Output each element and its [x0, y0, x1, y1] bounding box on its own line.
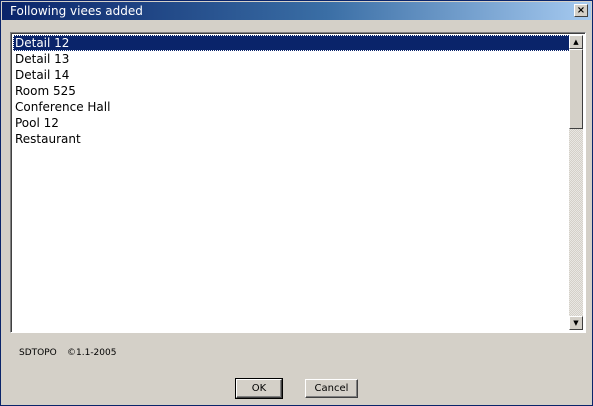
- ok-button[interactable]: OK: [235, 378, 283, 399]
- scroll-thumb[interactable]: [569, 49, 583, 129]
- version-label: ©1.1-2005: [67, 348, 117, 358]
- list-item[interactable]: Restaurant: [13, 131, 570, 147]
- views-listbox[interactable]: Detail 12 Detail 13 Detail 14 Room 525 C…: [10, 32, 586, 333]
- list-item[interactable]: Detail 14: [13, 67, 570, 83]
- arrow-up-icon: ▲: [573, 37, 579, 46]
- close-icon: ×: [576, 4, 586, 16]
- list-item[interactable]: Room 525: [13, 83, 570, 99]
- dialog-window: Following viees added × Detail 12 Detail…: [0, 0, 593, 406]
- list-item[interactable]: Conference Hall: [13, 99, 570, 115]
- list-item[interactable]: Pool 12: [13, 115, 570, 131]
- scroll-up-button[interactable]: ▲: [569, 35, 583, 49]
- list-item[interactable]: Detail 13: [13, 51, 570, 67]
- close-button[interactable]: ×: [574, 4, 588, 17]
- list-item[interactable]: Detail 12: [13, 35, 570, 51]
- views-list: Detail 12 Detail 13 Detail 14 Room 525 C…: [13, 35, 570, 330]
- scroll-down-button[interactable]: ▼: [569, 316, 583, 330]
- app-name-label: SDTOPO: [19, 348, 57, 358]
- vertical-scrollbar[interactable]: ▲ ▼: [569, 35, 583, 330]
- title-bar[interactable]: Following viees added ×: [2, 2, 591, 20]
- arrow-down-icon: ▼: [573, 318, 579, 327]
- window-title: Following viees added: [10, 4, 143, 18]
- cancel-button[interactable]: Cancel: [305, 379, 358, 398]
